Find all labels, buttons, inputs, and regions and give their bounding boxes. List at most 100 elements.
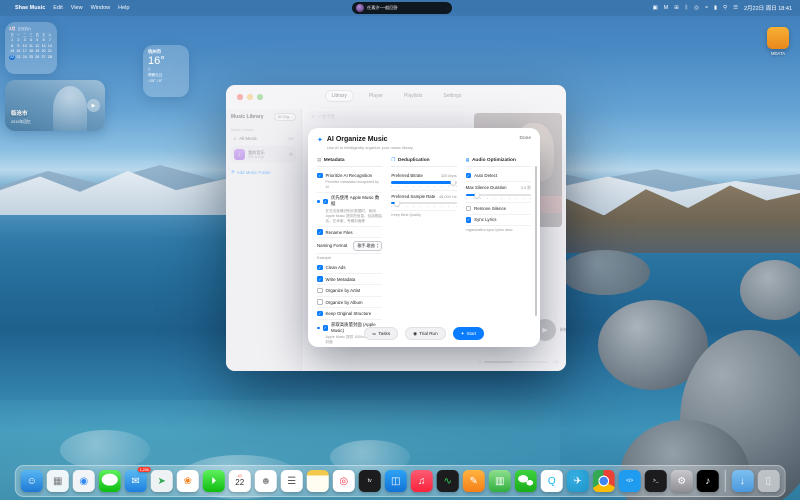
dock-icon-finder[interactable]: ☺ — [21, 470, 43, 492]
battery-icon[interactable]: ▮ — [714, 5, 717, 11]
slider-track[interactable] — [391, 181, 456, 184]
app-menu-title[interactable]: Shae Music — [15, 5, 45, 11]
dock-icon-maps[interactable]: ➤ — [151, 470, 173, 492]
dock-icon-douyin[interactable]: ♪ — [697, 470, 719, 492]
dock-icon-calendar[interactable]: 2月22 — [229, 470, 251, 492]
display-icon[interactable]: ▣ — [652, 5, 657, 11]
checkbox[interactable]: ✓ — [317, 276, 323, 282]
checkbox[interactable] — [466, 206, 472, 212]
tasks-button[interactable]: ≔Tasks — [364, 327, 398, 340]
trial-run-button[interactable]: ◉Trial Run — [405, 327, 445, 340]
option-sync-lyrics: ✓Sync Lyrics — [466, 215, 531, 227]
dock-icon-facetime[interactable]: ⏵ — [203, 470, 225, 492]
dock-icon-wechat[interactable] — [515, 470, 537, 492]
menu-window[interactable]: Window — [91, 5, 111, 11]
slider-thumb[interactable] — [394, 201, 399, 206]
checkbox[interactable]: ✓ — [466, 173, 472, 179]
slider-ticks — [391, 186, 456, 187]
dock-divider — [725, 470, 726, 492]
dock-icon-system-settings[interactable]: ⚙ — [671, 470, 693, 492]
dialog-scrollbar[interactable] — [535, 166, 538, 316]
dock-icon-chrome[interactable] — [593, 470, 615, 492]
weather-high: ↑25° — [148, 79, 156, 83]
contacts-glyph: ☻ — [260, 476, 271, 487]
dock-icon-pages[interactable]: ✎ — [463, 470, 485, 492]
memory-title: 临沧市 — [11, 109, 28, 117]
menu-bar-clock[interactable]: 2月22日 周日 18:41 — [744, 4, 792, 12]
menu-view[interactable]: View — [71, 5, 83, 11]
stocks-glyph: ∿ — [444, 476, 452, 487]
memory-play-button[interactable]: ▶ — [87, 99, 100, 112]
menu-help[interactable]: Help — [118, 5, 129, 11]
dock-icon-notes[interactable] — [307, 470, 329, 492]
location-icon[interactable]: ◎ — [694, 5, 699, 11]
naming-format-select[interactable]: 歌手-歌曲▴▾ — [353, 241, 382, 251]
control-center-icon[interactable]: ☰ — [733, 5, 738, 11]
search-icon[interactable]: ⚲ — [723, 5, 727, 11]
menu-bar: Shae Music Edit View Window Help 任素汐-一般回答 ▣… — [0, 0, 800, 16]
m-status-icon[interactable]: M — [664, 5, 669, 11]
dock-icon-contacts[interactable]: ☻ — [255, 470, 277, 492]
menu-edit[interactable]: Edit — [53, 5, 62, 11]
checkbox[interactable]: ✓ — [323, 199, 329, 205]
dock-icon-numbers[interactable]: ▥ — [489, 470, 511, 492]
slider-thumb[interactable] — [451, 180, 456, 185]
bluetooth-icon[interactable]: ᛒ — [685, 5, 688, 11]
done-button[interactable]: Done — [520, 136, 531, 141]
dock-icon-reminders[interactable]: ☰ — [281, 470, 303, 492]
dock-icon-apple-tv[interactable]: tv — [359, 470, 381, 492]
deduplication-column: ❐ Deduplication Preferred Bitrate320 kbp… — [391, 157, 456, 347]
input-source-icon[interactable]: ⊞ — [674, 5, 679, 11]
checkbox[interactable]: ✓ — [466, 217, 472, 223]
dock-icon-photos[interactable]: ❀ — [177, 470, 199, 492]
dock-icon-mail[interactable]: ✉1,256 — [125, 470, 147, 492]
ai-sparkle-icon: ✦ — [317, 136, 323, 144]
dock: ☺▦◉ ✉1,256➤❀⏵2月22 ☻ ☰ ◎ tv ◫ ♫ ∿ ✎▥ Q ✈ </>>_⚙♪ ↓▯ — [15, 465, 786, 497]
calendar-widget[interactable]: 2月 正月初六 日一二三四五六1234567891011121314151617… — [5, 22, 57, 74]
checkbox[interactable]: ✓ — [317, 311, 323, 317]
start-button[interactable]: ✦Start — [453, 327, 485, 340]
setting-preferred-sample-rate: Preferred Sample Rate48,000 Hz — [391, 191, 456, 212]
dock-icon-fitness[interactable]: ◎ — [333, 470, 355, 492]
dock-icon-stocks[interactable]: ∿ — [437, 470, 459, 492]
dock-icon-telegram[interactable]: ✈ — [567, 470, 589, 492]
weather-widget[interactable]: 杭州市 16° ☾ 晴朗无云 ↑25° ↓9° — [143, 45, 189, 97]
dock-icon-trash[interactable]: ▯ — [757, 470, 779, 492]
now-playing-pill[interactable]: 任素汐-一般回答 — [352, 2, 452, 14]
slider-track[interactable] — [391, 202, 456, 205]
setting-label: Max Silence Duration — [466, 185, 507, 190]
wifi-icon[interactable]: ≈ — [705, 5, 708, 11]
dock-icon-launchpad[interactable]: ▦ — [47, 470, 69, 492]
apple-tv-glyph: tv — [368, 478, 372, 484]
dock-icon-messages[interactable] — [99, 470, 121, 492]
slider-thumb[interactable] — [475, 193, 480, 198]
slider-track[interactable] — [466, 194, 531, 197]
checkbox[interactable]: ✓ — [317, 265, 323, 271]
dock-icon-music[interactable]: ♫ — [411, 470, 433, 492]
dock-icon-safari[interactable]: ◉ — [73, 470, 95, 492]
weather-low: ↓9° — [157, 79, 163, 83]
checkbox[interactable]: ✓ — [317, 229, 323, 235]
dock-icon-keynote[interactable]: ◫ — [385, 470, 407, 492]
dock-icon-qq[interactable]: Q — [541, 470, 563, 492]
mdata-file-icon — [767, 27, 789, 49]
calendar-date-28[interactable]: 28 — [47, 55, 53, 61]
naming-format-row: Naming Format歌手-歌曲▴▾ — [317, 238, 382, 254]
qq-glyph: Q — [548, 476, 556, 487]
option-auto-detect: ✓Auto Detect — [466, 170, 531, 182]
photos-memory-widget[interactable]: 临沧市 2019年回忆 ▶ — [5, 80, 105, 131]
audio-section-title: Audio Optimization — [472, 158, 516, 163]
dock-icon-vscode[interactable]: </> — [619, 470, 641, 492]
slider-ticks — [391, 206, 456, 207]
desktop-file-mdata[interactable]: MDATA — [764, 27, 792, 56]
metadata-section-icon: ▤ — [317, 157, 321, 163]
slider-ticks — [466, 198, 531, 199]
checkbox[interactable] — [317, 299, 323, 305]
music-glyph: ♫ — [418, 476, 426, 487]
checkbox[interactable] — [317, 288, 323, 294]
dock-icon-downloads-folder[interactable]: ↓ — [731, 470, 753, 492]
naming-format-value: 歌手-歌曲 — [357, 243, 374, 249]
option-clean-ads: ✓Clean Ads — [317, 262, 382, 274]
dock-icon-terminal[interactable]: >_ — [645, 470, 667, 492]
checkbox[interactable]: ✓ — [317, 173, 323, 179]
